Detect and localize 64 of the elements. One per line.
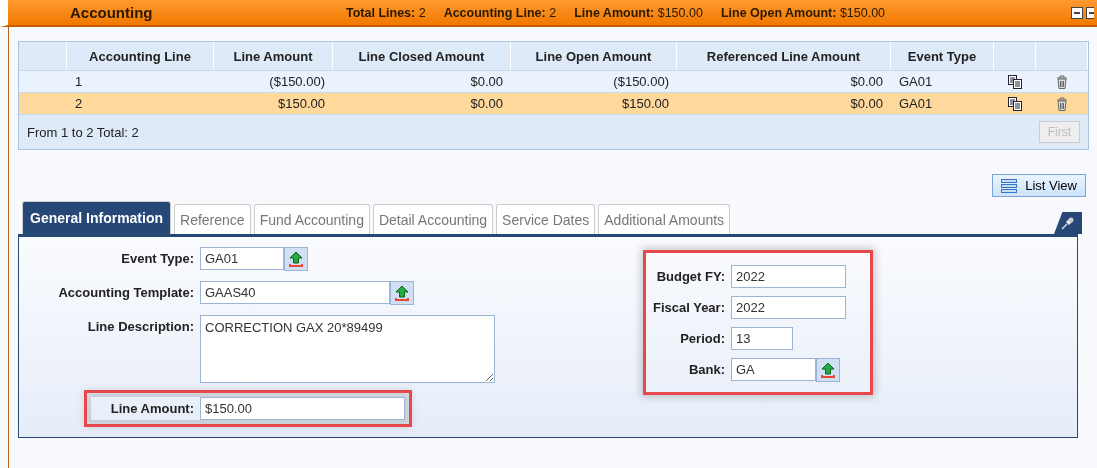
table-cell: $0.00 [850, 74, 883, 89]
trash-icon[interactable] [1056, 74, 1068, 89]
trash-icon[interactable] [1056, 96, 1068, 111]
pin-icon [1061, 216, 1075, 230]
input-field[interactable]: 2022 [731, 296, 846, 319]
panel-title: Accounting [70, 4, 154, 21]
upload-arrow-icon [820, 362, 836, 378]
table-cell: 1 [75, 74, 83, 89]
field-label: Line Amount: [109, 400, 195, 416]
description-field[interactable]: CORRECTION GAX 20*89499 [200, 315, 495, 383]
field-label: Line Description: [86, 318, 195, 334]
column-header[interactable]: Line Amount [214, 42, 333, 70]
table-row[interactable]: 1 ($150.00) $0.00 ($150.00) $0.00 GA01 [19, 70, 1088, 92]
column-header[interactable]: Line Open Amount [511, 42, 677, 70]
tab[interactable]: Service Dates [496, 204, 596, 234]
table-cell: ($150.00) [613, 74, 669, 89]
upload-arrow-icon [288, 251, 304, 267]
column-header[interactable]: Line Closed Amount [333, 42, 511, 70]
copy-icon[interactable] [1008, 74, 1022, 89]
summary-text: Total Lines: 2 [346, 5, 426, 20]
input-field[interactable]: GAAS40 [200, 281, 390, 304]
field-label: Bank: [687, 361, 726, 377]
column-header[interactable]: Event Type [891, 42, 994, 70]
column-header[interactable]: Accounting Line [67, 42, 214, 70]
list-icon [1001, 178, 1018, 193]
field-label: Event Type: [120, 250, 195, 266]
input-field[interactable]: 2022 [731, 265, 846, 288]
tab[interactable]: Detail Accounting [372, 204, 494, 234]
lookup-button[interactable] [390, 281, 414, 305]
field-label: Accounting Template: [57, 284, 195, 300]
pagination-text: From 1 to 2 Total: 2 [27, 124, 139, 140]
field-label: Budget FY: [655, 268, 726, 284]
table-cell: $150.00 [622, 96, 669, 111]
table-cell: $0.00 [850, 96, 883, 111]
summary-text: Line Open Amount: $150.00 [720, 5, 886, 20]
column-header[interactable]: Referenced Line Amount [677, 42, 891, 70]
input-field[interactable]: GA01 [200, 247, 284, 270]
table-cell: $0.00 [470, 74, 503, 89]
upload-arrow-icon [394, 285, 410, 301]
table-cell: $150.00 [278, 96, 325, 111]
table-row[interactable]: 2 $150.00 $0.00 $150.00 $0.00 GA01 [19, 92, 1088, 114]
table-cell: 2 [75, 96, 83, 111]
tab[interactable]: Additional Amounts [598, 204, 731, 234]
summary-text: Accounting Line: 2 [443, 5, 557, 20]
lookup-button[interactable] [284, 247, 308, 271]
tab[interactable]: General Information [22, 201, 172, 234]
table-cell: GA01 [899, 96, 933, 111]
lookup-button[interactable] [816, 358, 840, 382]
tab[interactable]: Fund Accounting [253, 204, 370, 234]
input-field[interactable]: 13 [731, 327, 793, 350]
summary-text: Line Amount: $150.00 [574, 5, 703, 20]
field-label: Fiscal Year: [651, 299, 726, 315]
table-cell: $0.00 [470, 96, 503, 111]
pin-tab[interactable] [1054, 212, 1082, 234]
minimize-icon[interactable] [1086, 6, 1094, 19]
input-field[interactable]: GA [731, 358, 816, 381]
list-view-button[interactable]: List View [992, 174, 1086, 197]
minimize-icon[interactable] [1071, 6, 1083, 19]
table-cell: GA01 [899, 74, 933, 89]
copy-icon[interactable] [1008, 96, 1022, 111]
field-label: Period: [679, 330, 726, 346]
table-cell: ($150.00) [269, 74, 325, 89]
input-field[interactable]: $150.00 [200, 397, 405, 420]
tab[interactable]: Reference [174, 204, 251, 234]
